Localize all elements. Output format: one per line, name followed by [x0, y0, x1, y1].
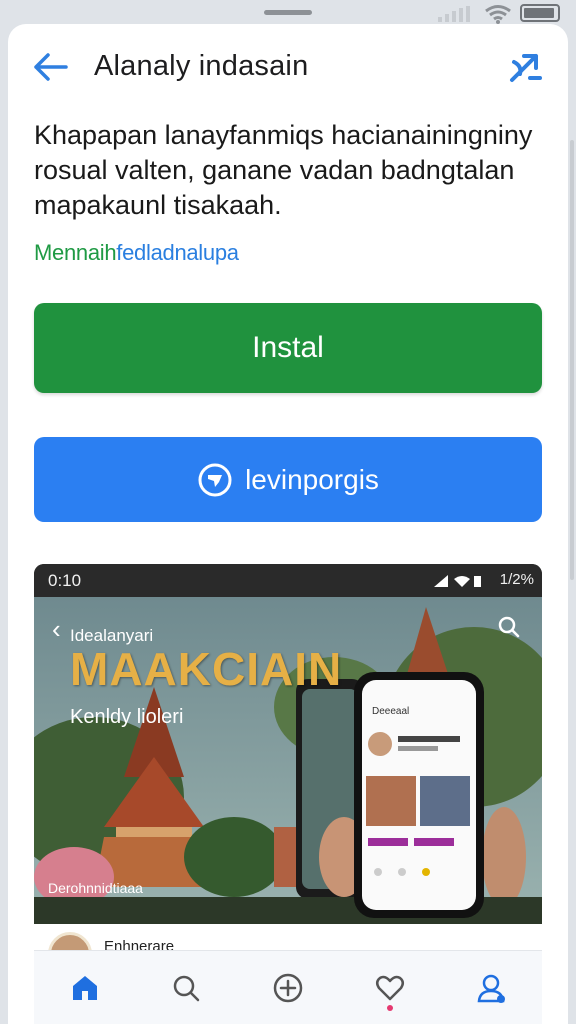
- app-detail-card: Alanaly indasain Khapapan lanayfanmiqs h…: [8, 24, 568, 1024]
- preview-status-bar: 0:10 1/2%: [34, 564, 542, 597]
- preview-caption: Derohnnidtiaaa: [48, 880, 143, 896]
- nav-search[interactable]: [159, 961, 213, 1015]
- home-icon: [72, 975, 97, 1000]
- scrollbar[interactable]: [570, 140, 574, 580]
- preview-feed-graphic: [366, 732, 470, 876]
- screenshot-preview[interactable]: 0:10 1/2% ‹ Idealanyari MAAKCIAIN Kenldy…: [34, 564, 542, 964]
- secondary-action-button[interactable]: levinporgis: [34, 437, 542, 522]
- search-icon: [174, 975, 200, 1001]
- nav-activity[interactable]: [363, 961, 417, 1015]
- profile-icon: [477, 974, 506, 1003]
- preview-brand: MAAKCIAIN: [70, 643, 343, 695]
- bottom-navigation: [34, 950, 542, 1024]
- preview-search-icon: [498, 616, 520, 638]
- battery-icon: [520, 4, 560, 22]
- wifi-icon: [485, 5, 511, 24]
- heart-icon: [375, 975, 404, 1000]
- nav-create[interactable]: [261, 961, 315, 1015]
- preview-battery: 1/2%: [499, 571, 534, 588]
- preview-phone-mockup: Deeeaal: [354, 672, 484, 918]
- share-icon: [510, 54, 542, 82]
- activity-badge-dot: [386, 1004, 393, 1011]
- share-button[interactable]: [506, 48, 546, 88]
- secondary-action-label: levinporgis: [245, 463, 379, 495]
- preview-phone-screen: Deeeaal: [362, 680, 476, 910]
- developer-link[interactable]: Mennaihfedladnalupa: [34, 240, 239, 266]
- back-button[interactable]: [30, 50, 70, 84]
- cellular-signal-icon: [438, 6, 474, 22]
- preview-time: 0:10: [48, 571, 82, 590]
- preview-phone-header: Deeeaal: [372, 706, 410, 717]
- arrow-left-icon: [34, 53, 68, 81]
- app-description: Khapapan lanayfanmiqs hacianainingniny r…: [34, 120, 533, 220]
- install-button[interactable]: Instal: [34, 303, 542, 393]
- notch-pill: [264, 10, 312, 15]
- preview-tagline: Kenldy lioleri: [70, 706, 184, 728]
- chat-bubble-icon: [198, 463, 232, 496]
- nav-home[interactable]: [58, 961, 112, 1015]
- nav-profile[interactable]: [464, 961, 518, 1015]
- meta-part-green: Mennaih: [34, 240, 117, 265]
- meta-part-blue: fedladnalupa: [116, 240, 239, 265]
- preview-signal-icons: [434, 575, 481, 587]
- plus-circle-icon: [273, 973, 303, 1002]
- preview-back-button: ‹: [52, 614, 61, 644]
- page-title: Alanaly indasain: [94, 50, 309, 82]
